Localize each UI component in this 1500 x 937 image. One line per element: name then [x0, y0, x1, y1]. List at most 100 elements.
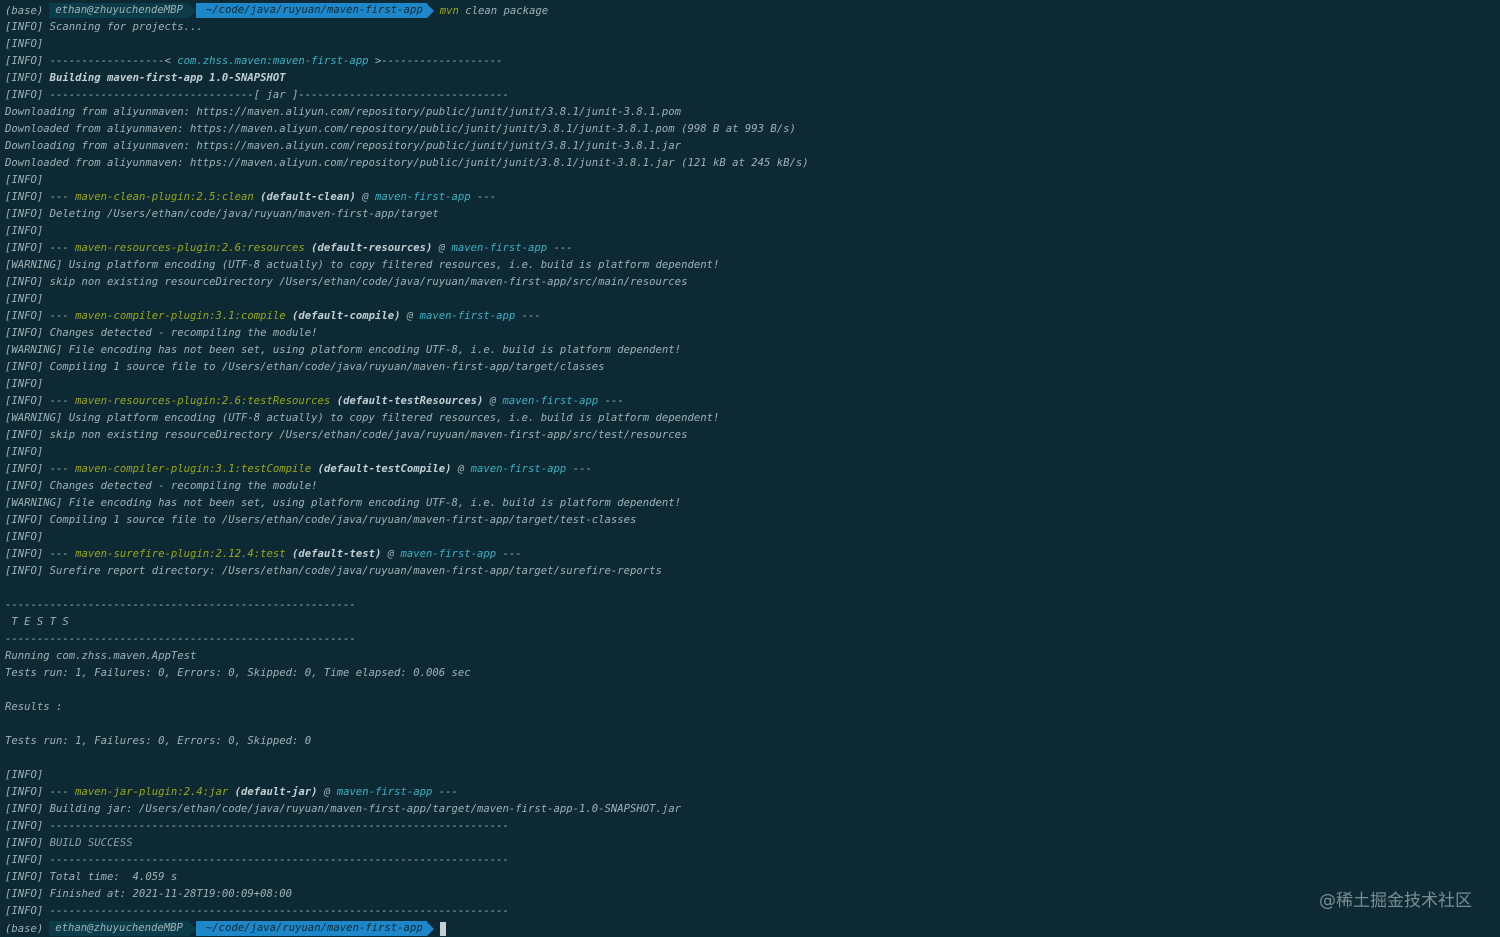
prompt-user-segment: ethan@zhuyuchendeMBP [49, 921, 189, 936]
output-text: @ [400, 310, 420, 322]
output-text: Running com.zhss.maven.AppTest [5, 650, 197, 662]
watermark-text: @稀土掘金技术社区 [1319, 891, 1472, 911]
output-line: [INFO] --- maven-surefire-plugin:2.12.4:… [5, 546, 1500, 563]
output-line: [INFO] Building maven-first-app 1.0-SNAP… [5, 70, 1500, 87]
output-text: maven-first-app [336, 786, 433, 798]
output-text: [INFO] skip non existing resourceDirecto… [5, 276, 688, 288]
output-line: Tests run: 1, Failures: 0, Errors: 0, Sk… [5, 665, 1500, 682]
output-line: [INFO] Compiling 1 source file to /Users… [5, 359, 1500, 376]
output-line: [INFO] ---------------------------------… [5, 818, 1500, 835]
output-text: maven-first-app [451, 242, 548, 254]
output-text: [INFO] Scanning for projects... [5, 21, 203, 33]
output-line: [WARNING] Using platform encoding (UTF-8… [5, 410, 1500, 427]
command-name: mvn [439, 4, 459, 17]
prompt-line-top: (base) ethan@zhuyuchendeMBP ~/code/java/… [5, 2, 1500, 19]
output-text: [INFO] [5, 225, 44, 237]
output-line: [INFO] --- maven-compiler-plugin:3.1:com… [5, 308, 1500, 325]
output-text: [INFO] Compiling 1 source file to /Users… [5, 361, 605, 373]
output-text: [INFO] ---------------------------------… [5, 820, 509, 832]
output-line: [INFO] skip non existing resourceDirecto… [5, 427, 1500, 444]
output-line: [WARNING] File encoding has not been set… [5, 495, 1500, 512]
output-line: [INFO] --- maven-resources-plugin:2.6:re… [5, 240, 1500, 257]
output-text: [INFO] [5, 38, 44, 50]
output-line: Downloading from aliyunmaven: https://ma… [5, 138, 1500, 155]
output-text: --- [496, 548, 522, 560]
output-text: @ [451, 463, 471, 475]
output-line: [INFO] [5, 36, 1500, 53]
output-text: [INFO] [5, 446, 44, 458]
output-text: (default-jar) [234, 786, 318, 798]
output-line: [INFO] --- maven-jar-plugin:2.4:jar (def… [5, 784, 1500, 801]
output-text: (default-clean) [260, 191, 356, 203]
output-text: >------------------- [368, 55, 503, 67]
output-line: [INFO] [5, 376, 1500, 393]
output-text: --- [432, 786, 458, 798]
output-line: [INFO] Compiling 1 source file to /Users… [5, 512, 1500, 529]
output-line: [INFO] ---------------------------------… [5, 852, 1500, 869]
output-line: ----------------------------------------… [5, 631, 1500, 648]
output-text: @ [317, 786, 337, 798]
output-text: [INFO] --- [5, 548, 76, 560]
output-text: (default-resources) [311, 242, 433, 254]
output-line: [WARNING] File encoding has not been set… [5, 342, 1500, 359]
output-text: [INFO] [5, 378, 44, 390]
output-text: com.zhss.maven:maven-first-app [177, 55, 369, 67]
output-text: @ [483, 395, 503, 407]
output-line: [INFO] skip non existing resourceDirecto… [5, 274, 1500, 291]
output-line: [INFO] Deleting /Users/ethan/code/java/r… [5, 206, 1500, 223]
output-text: --- [470, 191, 497, 203]
output-line: [INFO] Building jar: /Users/ethan/code/j… [5, 801, 1500, 818]
output-text: [INFO] [5, 769, 44, 781]
output-text: [WARNING] Using platform encoding (UTF-8… [5, 259, 720, 271]
output-text: --- [598, 395, 624, 407]
output-text: [INFO] [5, 72, 50, 84]
output-line: [INFO] Changes detected - recompiling th… [5, 478, 1500, 495]
output-text: [INFO] Deleting /Users/ethan/code/java/r… [5, 208, 439, 220]
output-line: [INFO] [5, 223, 1500, 240]
output-text: [INFO] ------------------< [5, 55, 178, 67]
output-text: [INFO] --- [5, 310, 76, 322]
output-line: [INFO] Scanning for projects... [5, 19, 1500, 36]
output-text: @ [381, 548, 401, 560]
output-line: Running com.zhss.maven.AppTest [5, 648, 1500, 665]
output-line: [INFO] --- maven-compiler-plugin:3.1:tes… [5, 461, 1500, 478]
output-line: [INFO] --- maven-clean-plugin:2.5:clean … [5, 189, 1500, 206]
output-text: [INFO] [5, 293, 44, 305]
output-line: [INFO] ---------------------------------… [5, 903, 1500, 920]
output-text: [INFO] ---------------------------------… [5, 854, 509, 866]
output-text: (default-test) [292, 548, 382, 560]
output-text: Downloading from aliyunmaven: https://ma… [5, 140, 682, 152]
output-text: [INFO] Changes detected - recompiling th… [5, 480, 318, 492]
output-line: [WARNING] Using platform encoding (UTF-8… [5, 257, 1500, 274]
prompt-line-bottom[interactable]: (base) ethan@zhuyuchendeMBP ~/code/java/… [5, 920, 1500, 937]
text-cursor[interactable] [439, 921, 446, 936]
output-line: T E S T S [5, 614, 1500, 631]
output-text: (default-testCompile) [317, 463, 452, 475]
output-text: [WARNING] File encoding has not been set… [5, 344, 682, 356]
output-text: BUILD SUCCESS [49, 837, 133, 849]
prompt-directory-segment: ~/code/java/ruyuan/maven-first-app [195, 3, 427, 18]
conda-env-label: (base) [5, 922, 44, 935]
output-text: maven-surefire-plugin:2.12.4:test [75, 548, 286, 560]
output-text: --- [515, 310, 541, 322]
output-line: [INFO] [5, 767, 1500, 784]
output-text: (default-testResources) [336, 395, 484, 407]
output-line: [INFO] ------------------< com.zhss.mave… [5, 53, 1500, 70]
output-line: ----------------------------------------… [5, 597, 1500, 614]
output-line: Downloaded from aliyunmaven: https://mav… [5, 121, 1500, 138]
output-line: Results : [5, 699, 1500, 716]
output-line: [INFO] Changes detected - recompiling th… [5, 325, 1500, 342]
output-text: [INFO] --- [5, 463, 76, 475]
output-text: [INFO] --------------------------------[… [5, 89, 509, 101]
output-line: [INFO] Total time: 4.059 s [5, 869, 1500, 886]
output-line: Downloaded from aliyunmaven: https://mav… [5, 155, 1500, 172]
powerline-arrow-icon [188, 3, 196, 18]
output-line: Downloading from aliyunmaven: https://ma… [5, 104, 1500, 121]
output-line: [INFO] Finished at: 2021-11-28T19:00:09+… [5, 886, 1500, 903]
powerline-arrow-icon [188, 921, 196, 936]
output-text: maven-resources-plugin:2.6:testResources [75, 395, 331, 407]
terminal-window[interactable]: (base) ethan@zhuyuchendeMBP ~/code/java/… [0, 0, 1500, 937]
output-text: [INFO] --- [5, 395, 76, 407]
output-text: [INFO] skip non existing resourceDirecto… [5, 429, 688, 441]
